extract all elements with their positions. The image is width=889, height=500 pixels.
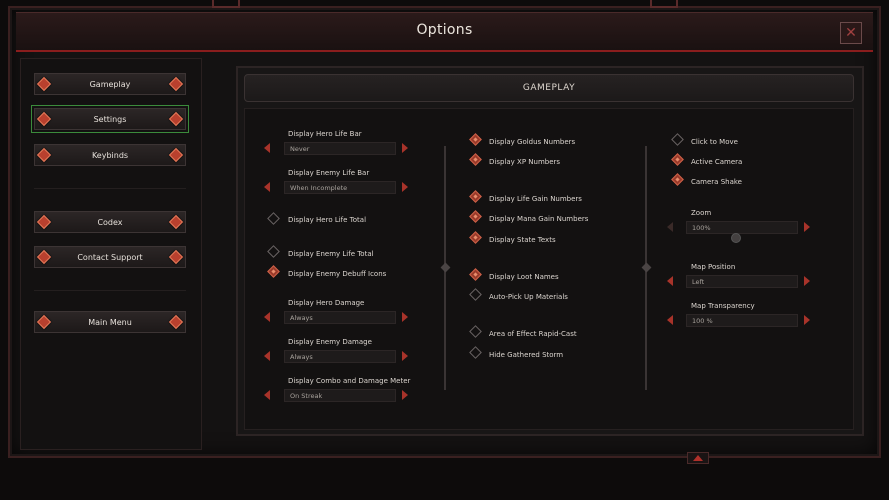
menu-divider — [34, 290, 186, 291]
diamond-icon — [168, 76, 184, 92]
enemy-life-bar-label: Display Enemy Life Bar — [288, 169, 370, 177]
zoom-increase-arrow-icon[interactable] — [804, 222, 810, 232]
map-position-select[interactable]: Left — [686, 275, 798, 288]
menu-button-gameplay[interactable]: Gameplay — [34, 73, 186, 95]
diamond-icon — [168, 214, 184, 230]
enemy-damage-prev-arrow-icon[interactable] — [264, 351, 270, 361]
combo-meter-label: Display Combo and Damage Meter — [288, 377, 411, 385]
menu-label: Codex — [97, 217, 123, 227]
menu-button-contact-support[interactable]: Contact Support — [34, 246, 186, 268]
diamond-icon — [36, 249, 52, 265]
hide-gathered-storm-label: Hide Gathered Storm — [489, 351, 564, 359]
enemy-debuff-icons-label: Display Enemy Debuff Icons — [288, 270, 387, 278]
aoe-rapid-cast-label: Area of Effect Rapid-Cast — [489, 330, 577, 338]
hero-damage-next-arrow-icon[interactable] — [402, 312, 408, 322]
hero-life-bar-prev-arrow-icon[interactable] — [264, 143, 270, 153]
close-icon: ✕ — [845, 25, 857, 41]
section-header: GAMEPLAY — [244, 74, 854, 102]
diamond-icon — [36, 214, 52, 230]
map-position-next-arrow-icon[interactable] — [804, 276, 810, 286]
map-transparency-decrease-arrow-icon[interactable] — [667, 315, 673, 325]
hero-damage-select[interactable]: Always — [284, 311, 396, 324]
menu-label: Settings — [93, 114, 127, 124]
hero-life-total-label: Display Hero Life Total — [288, 216, 367, 224]
enemy-life-total-label: Display Enemy Life Total — [288, 250, 374, 258]
enemy-life-bar-next-arrow-icon[interactable] — [402, 182, 408, 192]
diamond-icon — [168, 314, 184, 330]
zoom-slider-knob[interactable] — [731, 233, 741, 243]
combo-meter-prev-arrow-icon[interactable] — [264, 390, 270, 400]
auto-pickup-label: Auto-Pick Up Materials — [489, 293, 568, 301]
map-position-prev-arrow-icon[interactable] — [667, 276, 673, 286]
enemy-damage-next-arrow-icon[interactable] — [402, 351, 408, 361]
enemy-damage-label: Display Enemy Damage — [288, 338, 372, 346]
top-ornament-left — [212, 0, 240, 8]
diamond-icon — [168, 147, 184, 163]
state-texts-label: Display State Texts — [489, 236, 556, 244]
section-title: GAMEPLAY — [522, 83, 576, 93]
map-position-label: Map Position — [691, 263, 736, 271]
menu-button-main-menu[interactable]: Main Menu — [34, 311, 186, 333]
enemy-damage-select[interactable]: Always — [284, 350, 396, 363]
diamond-icon — [36, 314, 52, 330]
enemy-life-bar-select[interactable]: When Incomplete — [284, 181, 396, 194]
enemy-life-bar-prev-arrow-icon[interactable] — [264, 182, 270, 192]
map-transparency-label: Map Transparency — [691, 302, 755, 310]
hero-life-bar-next-arrow-icon[interactable] — [402, 143, 408, 153]
menu-label: Main Menu — [88, 317, 132, 327]
diamond-icon — [36, 111, 52, 127]
menu-label: Gameplay — [89, 79, 131, 89]
window-title: Options — [416, 22, 473, 38]
click-to-move-label: Click to Move — [691, 138, 738, 146]
active-camera-label: Active Camera — [691, 158, 743, 166]
hero-damage-prev-arrow-icon[interactable] — [264, 312, 270, 322]
combo-meter-next-arrow-icon[interactable] — [402, 390, 408, 400]
hero-life-bar-label: Display Hero Life Bar — [288, 130, 362, 138]
menu-divider — [34, 188, 186, 189]
map-transparency-slider[interactable]: 100 % — [686, 314, 798, 327]
diamond-icon — [36, 76, 52, 92]
diamond-icon — [168, 249, 184, 265]
loot-names-label: Display Loot Names — [489, 273, 559, 281]
hero-life-bar-select[interactable]: Never — [284, 142, 396, 155]
menu-label: Keybinds — [91, 150, 129, 160]
xp-numbers-label: Display XP Numbers — [489, 158, 561, 166]
menu-button-settings[interactable]: Settings — [31, 105, 189, 133]
menu-button-codex[interactable]: Codex — [34, 211, 186, 233]
top-ornament-right — [650, 0, 678, 8]
camera-shake-label: Camera Shake — [691, 178, 742, 186]
mana-gain-numbers-label: Display Mana Gain Numbers — [489, 215, 589, 223]
diamond-icon — [168, 111, 184, 127]
scroll-up-button[interactable] — [687, 452, 709, 464]
zoom-decrease-arrow-icon[interactable] — [667, 222, 673, 232]
goldus-numbers-label: Display Goldus Numbers — [489, 138, 576, 146]
combo-meter-select[interactable]: On Streak — [284, 389, 396, 402]
life-gain-numbers-label: Display Life Gain Numbers — [489, 195, 582, 203]
zoom-label: Zoom — [691, 209, 712, 217]
diamond-icon — [36, 147, 52, 163]
close-button[interactable]: ✕ — [840, 22, 862, 44]
menu-label: Contact Support — [77, 252, 143, 262]
map-transparency-increase-arrow-icon[interactable] — [804, 315, 810, 325]
menu-button-keybinds[interactable]: Keybinds — [34, 144, 186, 166]
hero-damage-label: Display Hero Damage — [288, 299, 365, 307]
zoom-slider[interactable]: 100% — [686, 221, 798, 234]
